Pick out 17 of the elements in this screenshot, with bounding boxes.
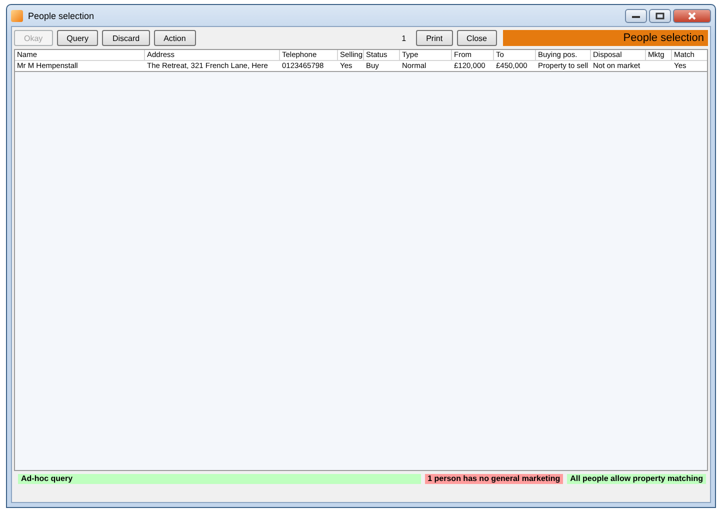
toolbar-button[interactable]: Discard (102, 30, 150, 46)
status-message: Ad-hoc query (18, 474, 421, 484)
record-count: 1 (402, 34, 406, 42)
title-banner: People selection (503, 30, 708, 46)
toolbar-button[interactable]: Query (56, 30, 98, 46)
app-icon (11, 10, 23, 22)
toolbar-button[interactable]: Print (416, 30, 453, 46)
minimize-button[interactable] (625, 8, 647, 22)
toolbar-button[interactable]: Close (456, 30, 497, 46)
status-message: All people allow property matching (567, 474, 706, 484)
maximize-button[interactable] (649, 8, 671, 22)
status-message: 1 person has no general marketing (424, 474, 564, 484)
close-button[interactable] (673, 8, 711, 22)
maximize-icon (655, 12, 665, 20)
toolbar-button[interactable]: Action (154, 30, 196, 46)
close-icon (687, 12, 697, 20)
window-title: People selection (28, 10, 94, 20)
